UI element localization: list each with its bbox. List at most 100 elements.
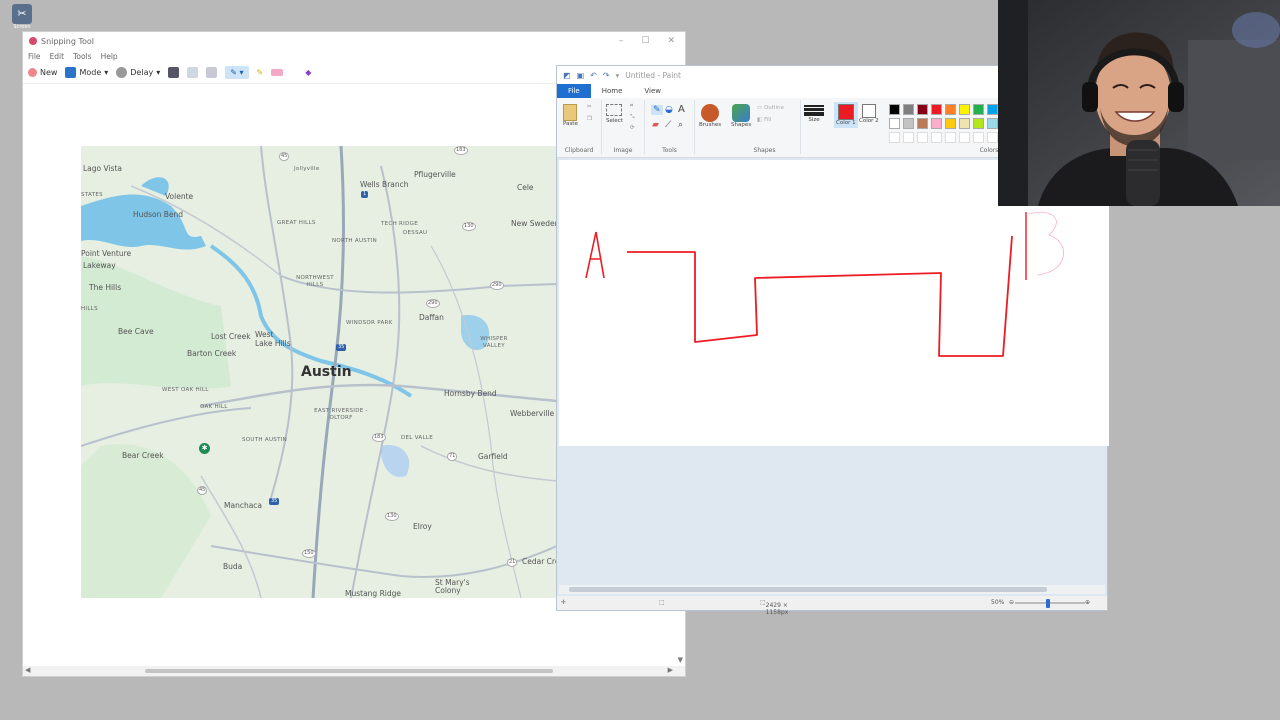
- fill-bucket-icon[interactable]: ◒: [665, 105, 673, 115]
- zoom-in-icon[interactable]: ⊕: [1085, 599, 1090, 606]
- custom-color-slot[interactable]: [959, 132, 970, 143]
- palette-swatch[interactable]: [973, 104, 984, 115]
- palette-swatch[interactable]: [903, 104, 914, 115]
- palette-swatch[interactable]: [973, 118, 984, 129]
- send-icon[interactable]: [206, 67, 218, 78]
- mode-button[interactable]: Mode ▾: [65, 67, 108, 78]
- custom-color-slot[interactable]: [987, 132, 998, 143]
- minimize-button[interactable]: –: [619, 36, 624, 46]
- snipping-titlebar: Snipping Tool – ☐ ✕: [23, 32, 685, 50]
- pen-tool-button[interactable]: ✎ ▾: [225, 66, 249, 79]
- paint3d-icon[interactable]: ◆: [305, 68, 311, 77]
- palette-swatch[interactable]: [959, 104, 970, 115]
- scroll-left-icon[interactable]: ◀: [25, 666, 30, 674]
- shapes-icon: [732, 104, 751, 122]
- scrollbar-thumb[interactable]: [145, 669, 553, 673]
- paint-horizontal-scrollbar[interactable]: [559, 585, 1105, 594]
- tab-file[interactable]: File: [557, 84, 591, 98]
- scroll-down-icon[interactable]: ▼: [678, 656, 683, 664]
- eraser-icon[interactable]: ▰: [652, 120, 659, 130]
- clipboard-icon: [563, 104, 578, 121]
- zoom-out-icon[interactable]: ⊖: [1009, 599, 1014, 606]
- magnifier-icon[interactable]: ⌕: [678, 120, 683, 130]
- copy-icon[interactable]: [187, 67, 199, 78]
- map-place: Hornsby Bend: [444, 389, 497, 398]
- custom-color-slot[interactable]: [903, 132, 914, 143]
- menu-edit[interactable]: Edit: [50, 52, 65, 61]
- new-snip-button[interactable]: New: [28, 68, 57, 77]
- select-button[interactable]: Select: [606, 104, 623, 124]
- map-place: Lakeway: [83, 261, 116, 270]
- custom-color-slot[interactable]: [973, 132, 984, 143]
- size-button[interactable]: Size: [804, 104, 824, 123]
- scissors-icon: [28, 68, 37, 77]
- customize-quick-access-icon[interactable]: ▾: [616, 71, 620, 80]
- map-place: The Hills: [89, 283, 122, 292]
- map-district: DEL VALLE: [401, 435, 433, 441]
- custom-color-slot[interactable]: [889, 132, 900, 143]
- map-district: WEST OAK HILL: [162, 387, 209, 393]
- snipping-horizontal-scrollbar[interactable]: ◀ ▶: [23, 666, 685, 676]
- color1-button[interactable]: Color 1: [834, 102, 858, 128]
- tab-view[interactable]: View: [633, 84, 672, 98]
- palette-swatch[interactable]: [987, 104, 998, 115]
- scrollbar-thumb[interactable]: [569, 587, 1047, 592]
- palette-swatch[interactable]: [959, 118, 970, 129]
- route-shield: 290: [490, 281, 504, 290]
- desktop-shortcut-label: Screen: [13, 24, 31, 30]
- palette-swatch[interactable]: [945, 118, 956, 129]
- zoom-slider[interactable]: [1015, 599, 1085, 608]
- highlighter-icon[interactable]: ✎: [257, 68, 264, 77]
- close-button[interactable]: ✕: [667, 36, 675, 46]
- menu-help[interactable]: Help: [101, 52, 118, 61]
- custom-color-slot[interactable]: [945, 132, 956, 143]
- custom-color-slot[interactable]: [931, 132, 942, 143]
- palette-swatch[interactable]: [903, 118, 914, 129]
- rotate-icon[interactable]: ⟳: [630, 125, 635, 131]
- color-picker-icon[interactable]: ⟋: [665, 120, 671, 130]
- crop-icon[interactable]: ⌗: [630, 103, 633, 110]
- desktop-shortcut[interactable]: ✂ Screen: [10, 4, 34, 30]
- palette-swatch[interactable]: [889, 104, 900, 115]
- map-place: Mustang Ridge: [345, 589, 401, 598]
- menu-tools[interactable]: Tools: [73, 52, 91, 61]
- save-icon[interactable]: ▣: [577, 71, 585, 80]
- palette-swatch[interactable]: [987, 118, 998, 129]
- palette-swatch[interactable]: [945, 104, 956, 115]
- palette-swatch[interactable]: [917, 118, 928, 129]
- copy-icon[interactable]: ❐: [587, 116, 592, 122]
- paste-button[interactable]: Paste: [563, 104, 578, 127]
- menu-file[interactable]: File: [28, 52, 41, 61]
- outline-dropdown[interactable]: ▭ Outline: [757, 105, 784, 111]
- fill-dropdown[interactable]: ◧ Fill: [757, 117, 771, 123]
- cut-icon[interactable]: ✂: [587, 104, 592, 110]
- zoom-level: 50%: [991, 599, 1005, 606]
- palette-swatch[interactable]: [931, 104, 942, 115]
- route-shield: 35: [336, 344, 347, 351]
- resize-icon[interactable]: ⤡: [630, 114, 634, 121]
- color2-button[interactable]: Color 2: [859, 104, 879, 124]
- undo-icon[interactable]: ↶: [590, 71, 597, 80]
- zoom-slider-thumb[interactable]: [1046, 599, 1051, 608]
- custom-color-slot[interactable]: [917, 132, 928, 143]
- palette-swatch[interactable]: [889, 118, 900, 129]
- pencil-icon[interactable]: ✎: [651, 105, 663, 115]
- eraser-icon[interactable]: [271, 69, 284, 76]
- map-place: St Mary's Colony: [435, 578, 470, 595]
- shapes-button[interactable]: Shapes: [731, 104, 751, 128]
- brushes-button[interactable]: Brushes: [699, 104, 721, 128]
- map-place: Point Venture: [81, 249, 132, 258]
- scroll-right-icon[interactable]: ▶: [668, 666, 673, 674]
- map-district: STATES: [81, 192, 103, 198]
- route-shield: 130: [385, 512, 399, 521]
- route-shield: 183: [372, 433, 386, 442]
- tab-home[interactable]: Home: [591, 84, 634, 98]
- delay-button[interactable]: Delay ▾: [116, 67, 160, 78]
- palette-swatch[interactable]: [931, 118, 942, 129]
- maximize-button[interactable]: ☐: [641, 36, 649, 46]
- palette-swatch[interactable]: [917, 104, 928, 115]
- text-icon[interactable]: A: [678, 104, 685, 115]
- save-icon[interactable]: [168, 67, 180, 78]
- mode-icon: [65, 67, 77, 78]
- redo-icon[interactable]: ↷: [603, 71, 610, 80]
